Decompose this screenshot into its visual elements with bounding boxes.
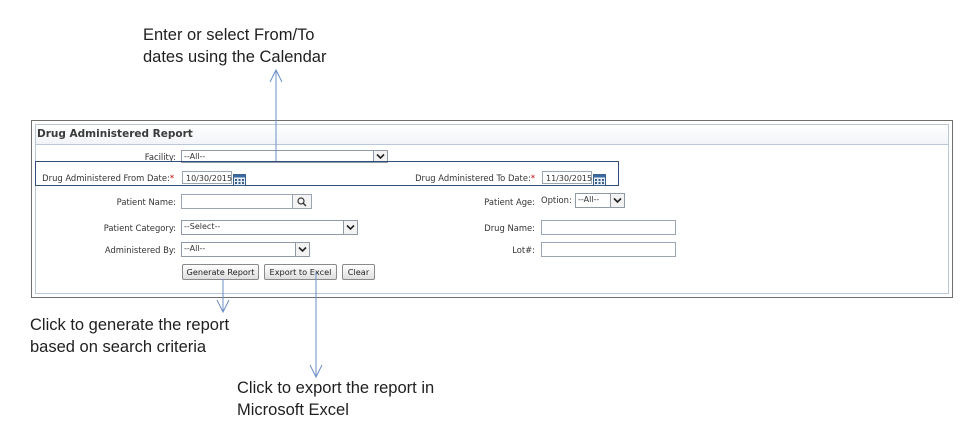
arrow-generate [216,279,230,314]
arrow-export [309,272,323,379]
callout-arrows [216,68,323,379]
arrow-dates [269,68,283,161]
